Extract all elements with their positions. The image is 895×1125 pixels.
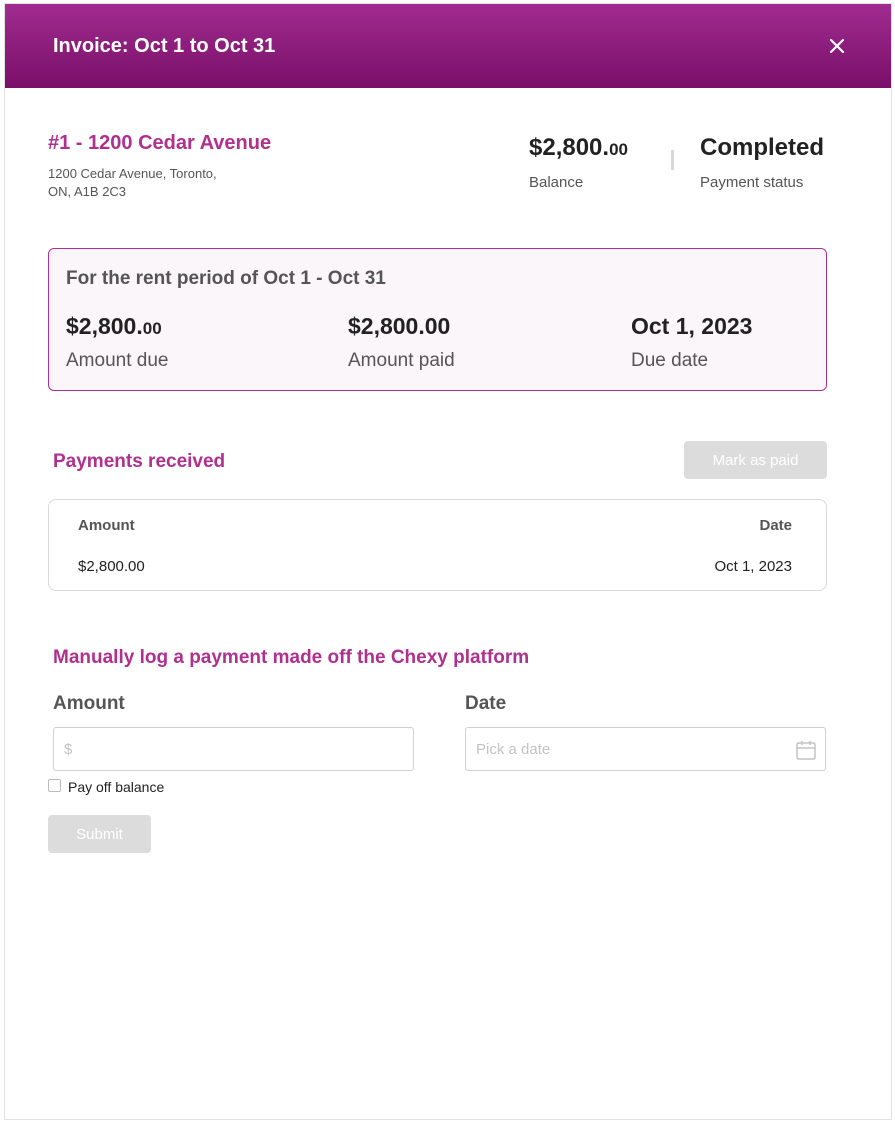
amount-paid-label: Amount paid: [348, 350, 455, 371]
column-header-date: Date: [759, 517, 792, 534]
mark-as-paid-button[interactable]: Mark as paid: [684, 441, 827, 479]
due-date-value: Oct 1, 2023: [631, 313, 753, 339]
close-icon[interactable]: [827, 36, 847, 56]
balance-dollars: $2,800.: [529, 134, 610, 161]
date-field-label: Date: [465, 693, 507, 714]
status-block: Completed Payment status: [700, 134, 824, 191]
submit-button[interactable]: Submit: [48, 815, 151, 853]
summary-divider: [671, 150, 674, 170]
pay-off-balance-label[interactable]: Pay off balance: [68, 779, 164, 795]
amount-field-label: Amount: [53, 693, 125, 714]
column-header-amount: Amount: [78, 517, 135, 534]
balance-block: $2,800.00 Balance: [529, 134, 628, 191]
payment-status-value: Completed: [700, 134, 825, 161]
address-line-2: ON, A1B 2C3: [48, 184, 127, 199]
modal-header: Invoice: Oct 1 to Oct 31: [5, 4, 891, 88]
due-date-label: Due date: [631, 350, 709, 371]
date-input-wrapper: [465, 727, 826, 771]
amount-due-cents: 00: [142, 319, 162, 338]
modal-title: Invoice: Oct 1 to Oct 31: [53, 35, 276, 57]
pay-off-balance-checkbox[interactable]: [48, 779, 61, 792]
amount-paid-value: $2,800.00: [348, 313, 451, 339]
payment-date-cell: Oct 1, 2023: [714, 558, 792, 575]
payments-table: Amount Date $2,800.00 Oct 1, 2023: [48, 499, 827, 591]
amount-paid-block: $2,800.00 Amount paid: [348, 313, 455, 372]
balance-cents: 00: [609, 140, 628, 159]
payment-amount-cell: $2,800.00: [78, 558, 145, 575]
date-input[interactable]: [474, 739, 817, 759]
property-address: 1200 Cedar Avenue, Toronto, ON, A1B 2C3: [48, 165, 268, 201]
property-name: #1 - 1200 Cedar Avenue: [48, 132, 272, 154]
address-line-1: 1200 Cedar Avenue, Toronto,: [48, 166, 217, 181]
balance-label: Balance: [529, 174, 584, 191]
balance-value: $2,800.00: [529, 134, 628, 162]
payments-received-title: Payments received: [53, 451, 226, 472]
amount-due-dollars: $2,800.: [66, 313, 143, 339]
rent-period-title: For the rent period of Oct 1 - Oct 31: [66, 268, 386, 289]
amount-input[interactable]: [62, 739, 405, 759]
amount-input-wrapper: [53, 727, 414, 771]
payment-status-label: Payment status: [700, 174, 804, 191]
amount-due-label: Amount due: [66, 350, 169, 371]
manual-log-title: Manually log a payment made off the Chex…: [53, 647, 530, 668]
amount-due-block: $2,800.00 Amount due: [66, 313, 168, 372]
rent-period-card: For the rent period of Oct 1 - Oct 31 $2…: [48, 248, 827, 391]
due-date-block: Oct 1, 2023 Due date: [631, 313, 752, 372]
calendar-icon[interactable]: [795, 739, 817, 761]
amount-due-value: $2,800.00: [66, 313, 168, 340]
